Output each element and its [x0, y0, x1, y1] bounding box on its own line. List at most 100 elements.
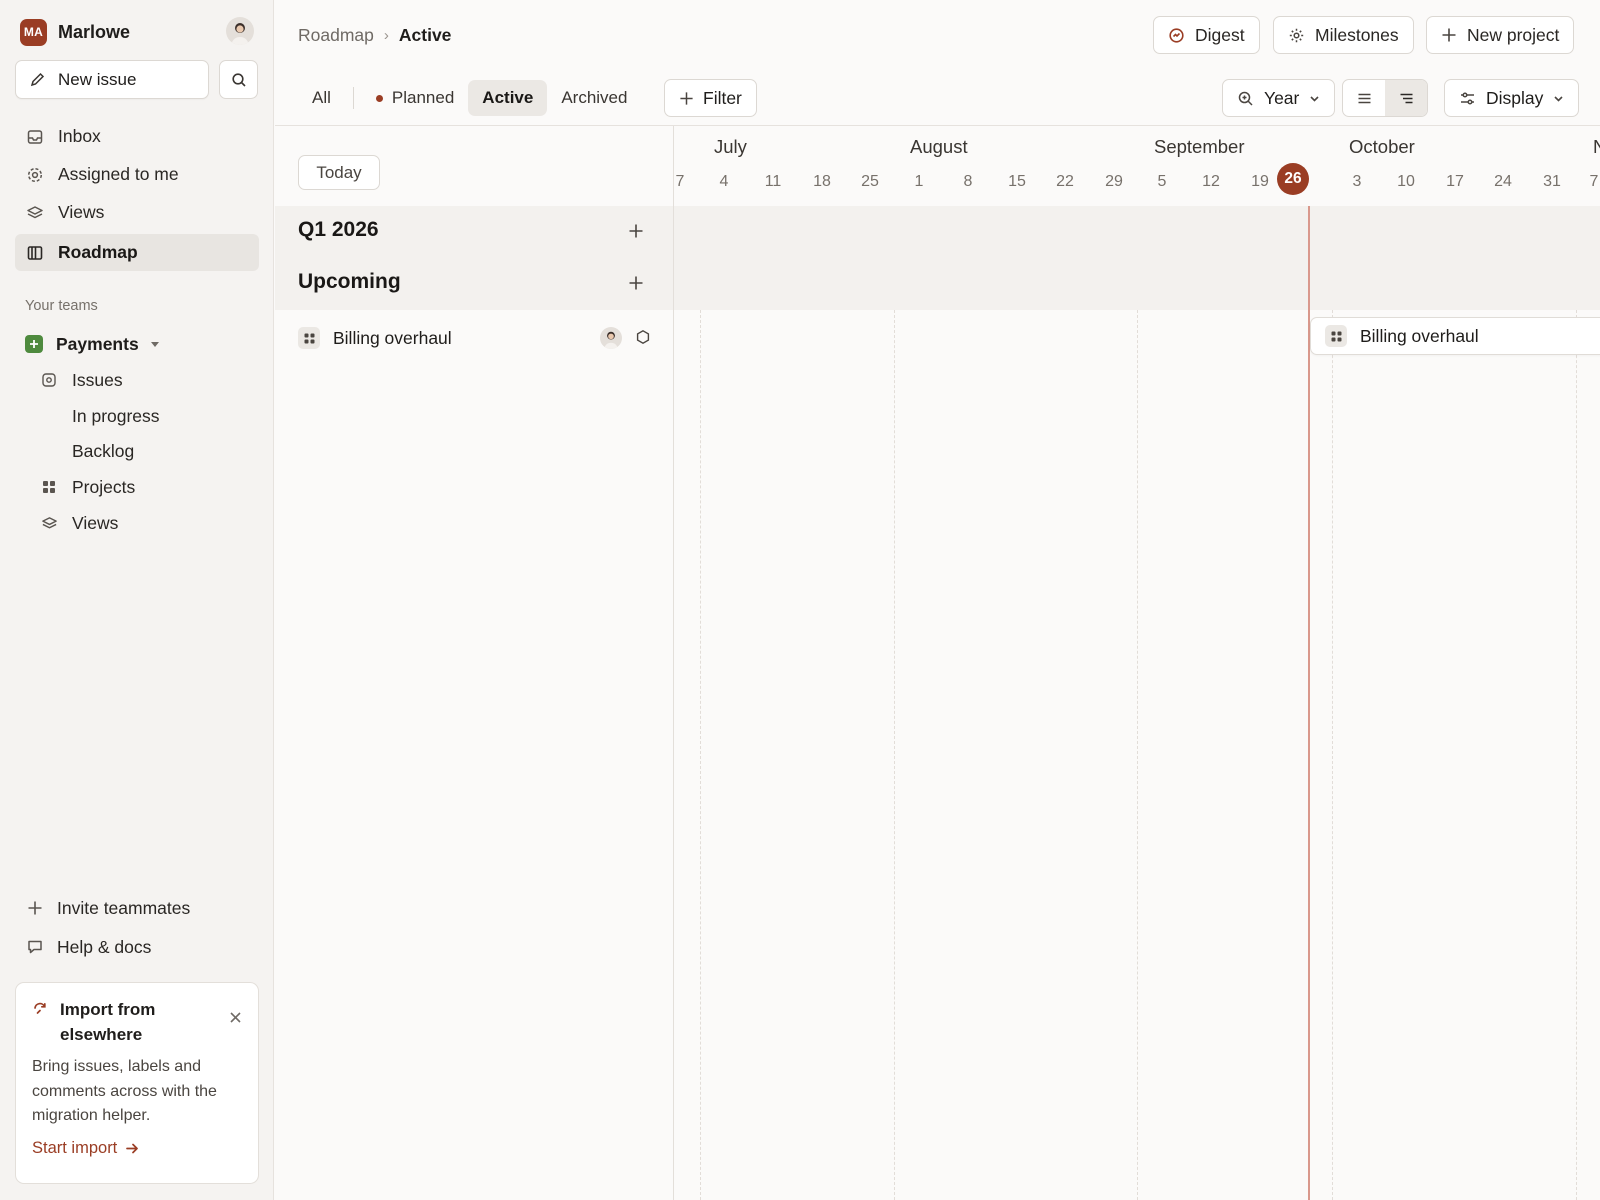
breadcrumb-separator: › [383, 26, 389, 44]
project-lead-avatar[interactable] [600, 327, 622, 349]
invite-label: Invite teammates [57, 897, 191, 918]
list-view-button[interactable] [1343, 80, 1385, 116]
day-label: 24 [1494, 173, 1512, 190]
tab-all[interactable]: All [298, 80, 345, 116]
day-label: 25 [861, 173, 879, 190]
today-line [1308, 206, 1310, 1200]
day-label: 22 [1056, 173, 1074, 190]
day-label: 15 [1008, 173, 1026, 190]
team-item-label: Projects [72, 476, 136, 497]
sidebar-item-assigned[interactable]: Assigned to me [15, 156, 259, 193]
milestones-button[interactable]: Milestones [1273, 16, 1414, 54]
chat-bubble-icon [25, 938, 45, 956]
add-to-upcoming-button[interactable] [628, 275, 644, 291]
tab-archived[interactable]: Archived [547, 80, 641, 116]
chevron-down-icon [1309, 93, 1320, 104]
day-label: 31 [1543, 173, 1561, 190]
inbox-icon [25, 128, 45, 146]
target-icon [25, 166, 45, 184]
help-label: Help & docs [57, 936, 152, 957]
timeline-project-bar[interactable]: Billing overhaul [1310, 317, 1600, 355]
sidebar-item-views[interactable]: Views [15, 194, 259, 231]
sidebar-item-inbox[interactable]: Inbox [15, 118, 259, 155]
planned-dot-icon [375, 94, 383, 102]
day-label: 10 [1397, 173, 1415, 190]
project-row[interactable]: Billing overhaul [298, 322, 650, 354]
hexagon-status-icon[interactable] [635, 329, 651, 345]
tab-label: Active [482, 88, 534, 107]
import-card-title: Import from elsewhere [60, 1000, 156, 1044]
timeline-view-button[interactable] [1385, 80, 1427, 116]
pencil-icon [29, 71, 46, 88]
timeline-icon [1398, 90, 1415, 107]
list-timeline-divider [673, 126, 674, 1200]
help-docs-button[interactable]: Help & docs [25, 932, 151, 962]
today-button[interactable]: Today [298, 155, 380, 190]
new-issue-label: New issue [58, 69, 137, 89]
month-gridline [894, 310, 895, 1200]
import-card-body: Bring issues, labels and comments across… [32, 1058, 217, 1124]
team-item-views[interactable]: Views [40, 508, 118, 538]
caret-down-icon [150, 341, 159, 347]
layers-icon [25, 204, 45, 222]
display-button[interactable]: Display [1444, 79, 1580, 117]
search-icon [231, 72, 247, 88]
group-headers-band [275, 206, 1600, 310]
team-name: Payments [56, 333, 139, 354]
zoom-select[interactable]: Year [1222, 79, 1336, 117]
tab-active[interactable]: Active [468, 80, 548, 116]
filter-button[interactable]: Filter [664, 79, 757, 117]
roadmap-icon [25, 244, 45, 262]
team-item-backlog[interactable]: Backlog [72, 437, 134, 465]
grid-icon [40, 480, 58, 494]
sidebar-item-label: Roadmap [58, 242, 138, 262]
add-to-q1-2026-button[interactable] [628, 223, 644, 239]
tab-label: Archived [561, 88, 628, 107]
team-item-projects[interactable]: Projects [40, 472, 135, 502]
day-label: 5 [1157, 173, 1167, 190]
day-label: 17 [1446, 173, 1464, 190]
filter-label: Filter [703, 87, 742, 108]
workspace-switcher[interactable]: MA Marlowe [20, 17, 254, 47]
month-label: N [1593, 136, 1600, 157]
breadcrumb-parent[interactable]: Roadmap [298, 25, 374, 46]
project-name: Billing overhaul [333, 327, 452, 348]
new-project-button[interactable]: New project [1426, 16, 1575, 54]
header-divider [275, 125, 1600, 126]
day-label: 19 [1251, 173, 1269, 190]
invite-teammates-button[interactable]: Invite teammates [25, 893, 190, 923]
team-item-in-progress[interactable]: In progress [72, 402, 160, 430]
gear-icon [1288, 27, 1305, 44]
sidebar-item-label: Inbox [58, 126, 101, 146]
layers-icon [40, 515, 58, 532]
day-label: 4 [719, 173, 729, 190]
breadcrumb-current: Active [398, 24, 452, 45]
project-grid-icon [1325, 325, 1347, 347]
sidebar-item-label: Assigned to me [58, 164, 179, 184]
view-mode-toggle [1342, 79, 1428, 117]
plus-icon [679, 91, 694, 106]
issues-icon [40, 372, 58, 388]
team-payments[interactable]: Payments [25, 329, 159, 359]
user-avatar[interactable] [226, 17, 254, 45]
new-project-label: New project [1467, 24, 1560, 45]
month-label: August [910, 136, 968, 157]
milestones-label: Milestones [1315, 24, 1399, 45]
zoom-icon [1237, 90, 1254, 107]
workspace-name: Marlowe [58, 21, 131, 42]
sidebar: MA Marlowe New issue Inbox Assigned to m… [0, 0, 274, 1200]
start-import-link[interactable]: Start import [32, 1139, 242, 1158]
zoom-label: Year [1264, 87, 1300, 108]
search-button[interactable] [219, 60, 258, 99]
new-issue-button[interactable]: New issue [15, 60, 209, 99]
digest-icon [1168, 27, 1185, 44]
digest-button[interactable]: Digest [1153, 16, 1260, 54]
team-item-label: Views [72, 512, 119, 533]
tab-planned[interactable]: Planned [362, 80, 468, 116]
tab-label: Planned [391, 88, 455, 107]
sidebar-item-roadmap[interactable]: Roadmap [15, 234, 259, 271]
month-gridline [1137, 310, 1138, 1200]
day-label: 8 [963, 173, 973, 190]
close-icon[interactable] [229, 1011, 242, 1024]
team-item-issues[interactable]: Issues [40, 365, 123, 395]
